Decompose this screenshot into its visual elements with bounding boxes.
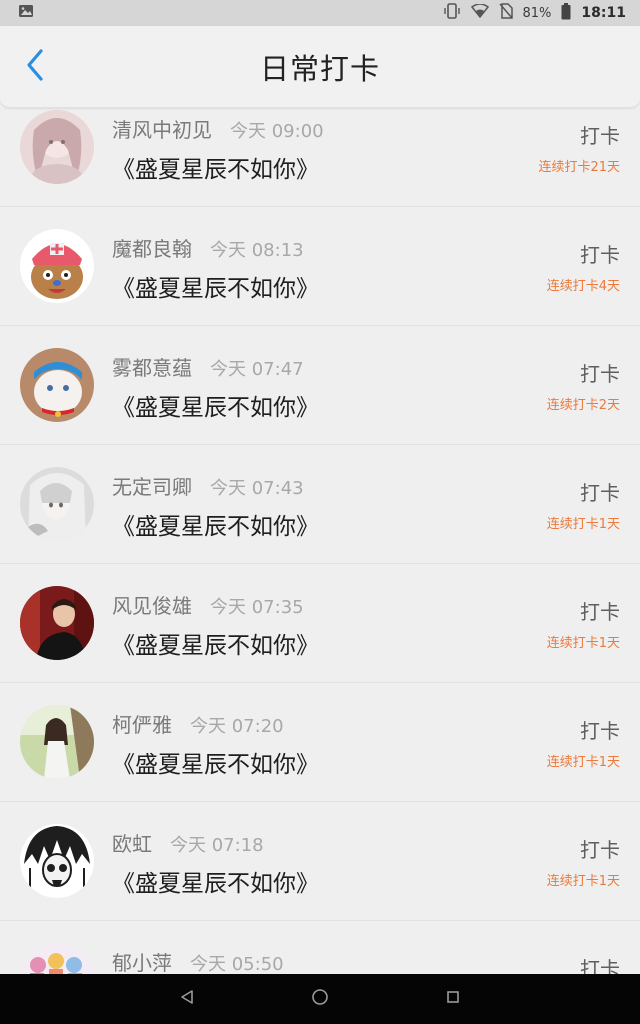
book-title[interactable]: 《盛夏星辰不如你》 [112, 388, 319, 422]
list-item[interactable]: 柯俨雅 今天 07:20 《盛夏星辰不如你》 打卡 连续打卡1天 [0, 683, 640, 802]
page-title: 日常打卡 [259, 51, 380, 86]
list-item[interactable]: 欧虹 今天 07:18 《盛夏星辰不如你》 打卡 连续打卡1天 [0, 802, 640, 921]
checkin-label: 打卡 [580, 362, 620, 386]
chevron-left-icon [25, 48, 45, 86]
checkin-label: 打卡 [580, 838, 620, 862]
wifi-icon [470, 3, 489, 22]
post-time: 今天 08:13 [210, 240, 304, 261]
checkin-label: 打卡 [580, 481, 620, 505]
user-name[interactable]: 风见俊雄 [112, 590, 192, 619]
post-time: 今天 09:00 [230, 121, 324, 142]
streak-label: 连续打卡4天 [546, 279, 620, 294]
image-notification-icon [18, 4, 34, 22]
system-nav-bar [0, 974, 640, 1024]
avatar[interactable] [20, 943, 94, 974]
user-name[interactable]: 郁小萍 [112, 947, 172, 974]
list-item[interactable]: 雾都意蕴 今天 07:47 《盛夏星辰不如你》 打卡 连续打卡2天 [0, 326, 640, 445]
post-time: 今天 07:47 [210, 359, 304, 380]
avatar[interactable] [20, 705, 94, 779]
user-name[interactable]: 清风中初见 [112, 114, 212, 143]
checkin-label: 打卡 [580, 957, 620, 974]
status-time: 18:11 [581, 5, 626, 21]
checkin-label: 打卡 [580, 600, 620, 624]
book-title[interactable]: 《盛夏星辰不如你》 [112, 626, 319, 660]
checkin-label: 打卡 [580, 124, 620, 148]
list-item[interactable]: 郁小萍 今天 05:50 打卡 [0, 921, 640, 974]
user-name[interactable]: 雾都意蕴 [112, 352, 192, 381]
list-item[interactable]: 风见俊雄 今天 07:35 《盛夏星辰不如你》 打卡 连续打卡1天 [0, 564, 640, 683]
user-name[interactable]: 欧虹 [112, 828, 152, 857]
nav-recents-button[interactable] [433, 979, 473, 1019]
book-title[interactable]: 《盛夏星辰不如你》 [112, 150, 319, 184]
user-name[interactable]: 柯俨雅 [112, 709, 172, 738]
nav-home-button[interactable] [300, 979, 340, 1019]
avatar[interactable] [20, 229, 94, 303]
triangle-back-icon [179, 989, 195, 1009]
no-sim-icon [498, 3, 513, 23]
streak-label: 连续打卡1天 [546, 517, 620, 532]
streak-label: 连续打卡2天 [546, 398, 620, 413]
avatar[interactable] [20, 586, 94, 660]
header-bar: 日常打卡 [0, 26, 640, 108]
square-recents-icon [445, 989, 461, 1009]
nav-back-button[interactable] [167, 979, 207, 1019]
post-time: 今天 07:35 [210, 597, 304, 618]
user-name[interactable]: 魔都良翰 [112, 233, 192, 262]
avatar[interactable] [20, 467, 94, 541]
battery-icon [561, 2, 571, 24]
back-button[interactable] [16, 48, 54, 86]
post-time: 今天 07:20 [190, 716, 284, 737]
checkin-list[interactable]: 清风中初见 今天 09:00 《盛夏星辰不如你》 打卡 连续打卡21天 魔都良翰 [0, 88, 640, 974]
avatar[interactable] [20, 348, 94, 422]
avatar[interactable] [20, 824, 94, 898]
vibrate-icon [443, 3, 461, 23]
list-item[interactable]: 魔都良翰 今天 08:13 《盛夏星辰不如你》 打卡 连续打卡4天 [0, 207, 640, 326]
status-bar: 81% 18:11 [0, 0, 640, 26]
post-time: 今天 07:43 [210, 478, 304, 499]
checkin-label: 打卡 [580, 243, 620, 267]
user-name[interactable]: 无定司卿 [112, 471, 192, 500]
streak-label: 连续打卡1天 [546, 755, 620, 770]
book-title[interactable]: 《盛夏星辰不如你》 [112, 507, 319, 541]
post-time: 今天 07:18 [170, 835, 264, 856]
battery-percent: 81% [522, 5, 552, 21]
avatar[interactable] [20, 110, 94, 184]
streak-label: 连续打卡21天 [538, 160, 620, 175]
list-item[interactable]: 无定司卿 今天 07:43 《盛夏星辰不如你》 打卡 连续打卡1天 [0, 445, 640, 564]
streak-label: 连续打卡1天 [546, 636, 620, 651]
book-title[interactable]: 《盛夏星辰不如你》 [112, 269, 319, 303]
streak-label: 连续打卡1天 [546, 874, 620, 889]
post-time: 今天 05:50 [190, 954, 284, 974]
book-title[interactable]: 《盛夏星辰不如你》 [112, 745, 319, 779]
checkin-label: 打卡 [580, 719, 620, 743]
book-title[interactable]: 《盛夏星辰不如你》 [112, 864, 319, 898]
circle-home-icon [311, 988, 329, 1010]
